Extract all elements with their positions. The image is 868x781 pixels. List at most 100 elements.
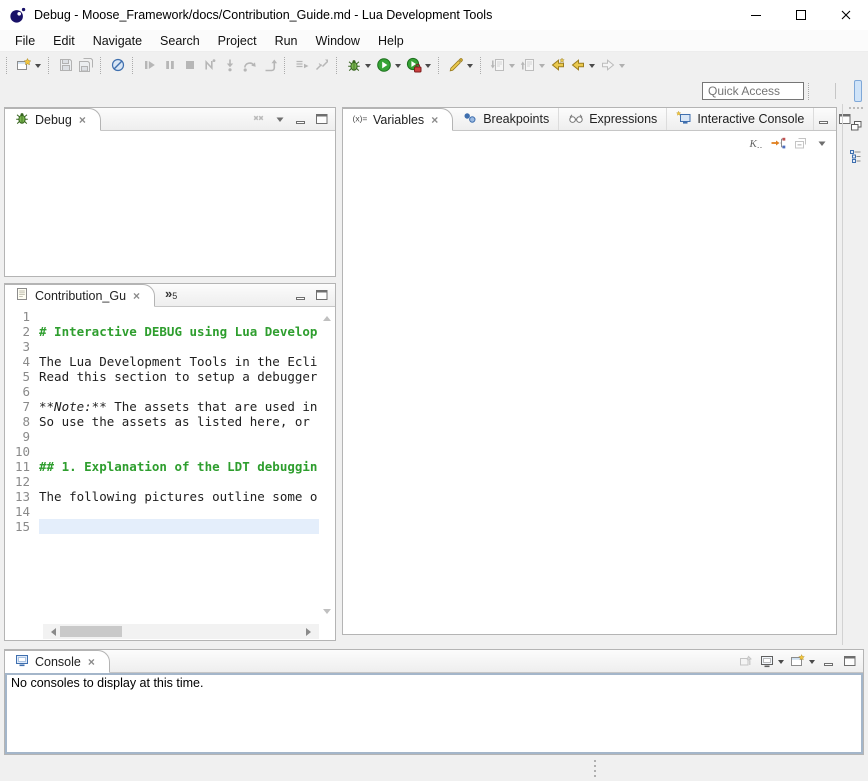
open-console-dropdown-arrow[interactable] [809, 660, 815, 667]
external-tools-dropdown-arrow[interactable] [467, 64, 473, 71]
menu-item-help[interactable]: Help [369, 32, 413, 50]
console-pin-console-button[interactable] [736, 650, 756, 672]
toolbar-save-all-button[interactable] [76, 54, 96, 76]
tab-variables[interactable]: (x)=Variables× [343, 108, 453, 131]
open-perspective-button[interactable] [820, 80, 828, 102]
scroll-right-arrow[interactable] [306, 628, 315, 636]
toolbar-new-wizard-button[interactable] [14, 54, 44, 76]
toolbar-forward-button[interactable] [598, 54, 628, 76]
tab-console[interactable]: Console × [5, 650, 110, 673]
debug-minimize-button[interactable] [291, 108, 311, 130]
scroll-down-arrow[interactable] [323, 609, 331, 618]
new-wizard-dropdown-arrow[interactable] [35, 64, 41, 71]
toolbar-back-button[interactable] [568, 54, 598, 76]
editor-line[interactable]: 13The following pictures outline some o [5, 489, 335, 504]
editor-line[interactable]: 11## 1. Explanation of the LDT debuggin [5, 459, 335, 474]
toolbar-terminate-button[interactable] [180, 54, 200, 76]
close-icon[interactable]: × [133, 289, 140, 303]
toolbar-step-over-button[interactable] [240, 54, 260, 76]
editor-line[interactable]: 12 [5, 474, 335, 489]
back-dropdown-arrow[interactable] [589, 64, 595, 71]
editor-line[interactable]: 10 [5, 444, 335, 459]
toolbar-save-button[interactable] [56, 54, 76, 76]
tab-expressions[interactable]: Expressions [559, 108, 667, 130]
toolbar-resume-button[interactable] [140, 54, 160, 76]
toolbar-toggle-step-filters-button[interactable] [312, 54, 332, 76]
editor-line[interactable]: 6 [5, 384, 335, 399]
menu-item-search[interactable]: Search [151, 32, 209, 50]
next-annotation-dropdown-arrow[interactable] [509, 64, 515, 71]
editor-line[interactable]: 15 [5, 519, 335, 534]
run-dropdown-arrow[interactable] [395, 64, 401, 71]
debug-dropdown-arrow[interactable] [365, 64, 371, 71]
tab-interactive-console[interactable]: Interactive Console [667, 108, 814, 130]
toolbar-external-tools-button[interactable] [446, 54, 476, 76]
debug-view-content[interactable] [5, 131, 335, 276]
toolbar-disconnect-button[interactable] [200, 54, 220, 76]
trim-restore-view-button[interactable] [846, 115, 866, 137]
console-display-selected-console-button[interactable] [757, 650, 787, 672]
editor-text-area[interactable]: 12# Interactive DEBUG using Lua Develop3… [5, 307, 335, 640]
previous-annotation-dropdown-arrow[interactable] [539, 64, 545, 71]
editor-line[interactable]: 14 [5, 504, 335, 519]
console-content[interactable]: No consoles to display at this time. [5, 673, 863, 754]
hidden-editors-chooser[interactable]: »5 [155, 284, 187, 306]
toolbar-run-coverage-button[interactable] [404, 54, 434, 76]
debug-remove-all-terminated-button[interactable] [249, 108, 269, 130]
variables-panel-minimize-button[interactable] [814, 108, 834, 130]
debug-view-menu-button[interactable] [270, 108, 290, 130]
editor-line[interactable]: 2# Interactive DEBUG using Lua Develop [5, 324, 335, 339]
menu-item-window[interactable]: Window [307, 32, 369, 50]
variables-view-menu-button[interactable] [812, 132, 832, 154]
menu-item-file[interactable]: File [6, 32, 44, 50]
editor-line[interactable]: 3 [5, 339, 335, 354]
close-icon[interactable]: × [431, 113, 438, 127]
editor-maximize-button[interactable] [312, 284, 332, 306]
run-coverage-dropdown-arrow[interactable] [425, 64, 431, 71]
tab-breakpoints[interactable]: Breakpoints [453, 108, 559, 130]
editor-line[interactable]: 1 [5, 309, 335, 324]
editor-line[interactable]: 7**Note:** The assets that are used in [5, 399, 335, 414]
toolbar-use-step-filters-button[interactable] [292, 54, 312, 76]
forward-dropdown-arrow[interactable] [619, 64, 625, 71]
console-open-console-button[interactable] [788, 650, 818, 672]
editor-minimize-button[interactable] [291, 284, 311, 306]
debug-maximize-button[interactable] [312, 108, 332, 130]
toolbar-run-button[interactable] [374, 54, 404, 76]
toolbar-skip-all-breakpoints-button[interactable] [108, 54, 128, 76]
close-window-button[interactable] [823, 0, 868, 30]
editor-line[interactable]: 5Read this section to setup a debugger [5, 369, 335, 384]
toolbar-previous-annotation-button[interactable] [518, 54, 548, 76]
menu-item-project[interactable]: Project [209, 32, 266, 50]
lua-perspective-button[interactable] [843, 80, 851, 102]
display-selected-console-dropdown-arrow[interactable] [778, 660, 784, 667]
minimize-window-button[interactable] [733, 0, 778, 30]
debug-perspective-button[interactable] [854, 80, 862, 102]
variables-collapse-all-button[interactable] [790, 132, 810, 154]
menu-item-run[interactable]: Run [266, 32, 307, 50]
toolbar-debug-button[interactable] [344, 54, 374, 76]
toolbar-step-return-button[interactable] [260, 54, 280, 76]
trim-drag-handle[interactable] [849, 107, 863, 109]
scroll-up-arrow[interactable] [323, 312, 331, 321]
tab-contribution-guide[interactable]: Contribution_Gu × [5, 284, 155, 307]
editor-line[interactable]: 9 [5, 429, 335, 444]
close-icon[interactable]: × [79, 113, 86, 127]
tab-debug[interactable]: Debug × [5, 108, 101, 131]
toolbar-next-annotation-button[interactable] [488, 54, 518, 76]
variables-show-type-names-button[interactable]: K [746, 132, 766, 154]
maximize-window-button[interactable] [778, 0, 823, 30]
scrollbar-thumb[interactable] [60, 626, 122, 637]
toolbar-last-edit-location-button[interactable] [548, 54, 568, 76]
menu-item-navigate[interactable]: Navigate [84, 32, 151, 50]
variables-show-logical-structures-button[interactable] [768, 132, 788, 154]
editor-line[interactable]: 4The Lua Development Tools in the Ecli [5, 354, 335, 369]
menu-item-edit[interactable]: Edit [44, 32, 84, 50]
horizontal-scrollbar[interactable] [43, 624, 319, 639]
close-icon[interactable]: × [88, 655, 95, 669]
toolbar-step-into-button[interactable] [220, 54, 240, 76]
quick-access-input[interactable] [702, 82, 804, 100]
toolbar-suspend-button[interactable] [160, 54, 180, 76]
variables-view-content[interactable] [343, 155, 836, 634]
console-minimize-button[interactable] [819, 650, 839, 672]
